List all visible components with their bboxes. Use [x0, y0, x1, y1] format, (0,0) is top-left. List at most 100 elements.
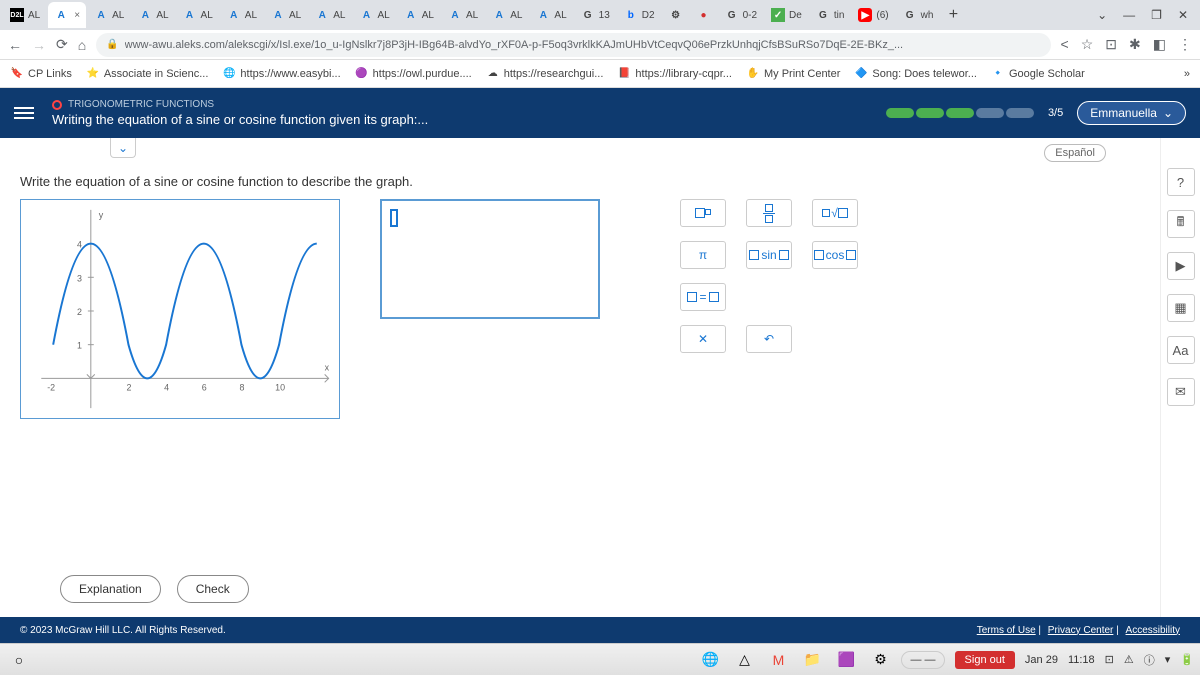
menu-burger-icon[interactable]: [14, 107, 34, 119]
keypad-exponent[interactable]: [680, 199, 726, 227]
keypad-pi[interactable]: π: [680, 241, 726, 269]
bookmark[interactable]: 🔖CP Links: [10, 67, 72, 81]
bookmark[interactable]: ⭐Associate in Scienc...: [86, 67, 209, 81]
keypad-fraction[interactable]: [746, 199, 792, 227]
home-icon[interactable]: ⌂: [78, 37, 86, 53]
tab[interactable]: G0-2: [719, 2, 763, 28]
bookmark[interactable]: 🔷Song: Does telewor...: [854, 67, 977, 81]
battery-tray-icon[interactable]: 🔋: [1180, 653, 1194, 666]
tab[interactable]: G13: [575, 2, 616, 28]
info-tray-icon[interactable]: ⓘ: [1144, 652, 1155, 668]
tab[interactable]: AAL: [442, 2, 484, 28]
calculator-icon[interactable]: 🖩: [1167, 210, 1195, 238]
message-icon[interactable]: ✉: [1167, 378, 1195, 406]
tab-favicon: G: [903, 8, 917, 22]
tab[interactable]: bD2: [618, 2, 661, 28]
svg-text:4: 4: [164, 382, 169, 392]
terms-link[interactable]: Terms of Use: [977, 625, 1036, 636]
star-icon[interactable]: ☆: [1081, 36, 1094, 53]
keypad-sin[interactable]: sin: [746, 241, 792, 269]
settings-icon[interactable]: ⚙: [867, 647, 893, 673]
taskbar-search-icon[interactable]: ○: [6, 647, 32, 673]
bookmark[interactable]: 🌐https://www.easybi...: [222, 67, 340, 81]
explanation-button[interactable]: Explanation: [60, 575, 161, 603]
check-button[interactable]: Check: [177, 575, 249, 603]
bookmark-icon: 🔷: [854, 67, 868, 81]
chrome-icon[interactable]: 🌐: [697, 647, 723, 673]
tab[interactable]: ▶(6): [852, 2, 894, 28]
lock-icon: 🔒: [106, 39, 118, 50]
tab-favicon: ⚙: [669, 8, 683, 22]
keypad-sqrt[interactable]: √: [812, 199, 858, 227]
tab[interactable]: AAL: [486, 2, 528, 28]
bookmark[interactable]: 🔹Google Scholar: [991, 67, 1085, 81]
help-icon[interactable]: ?: [1167, 168, 1195, 196]
tab-active[interactable]: A×: [48, 2, 86, 28]
account-icon[interactable]: ◧: [1153, 36, 1166, 53]
tab[interactable]: AAL: [177, 2, 219, 28]
tab[interactable]: AAL: [221, 2, 263, 28]
example-icon[interactable]: ▦: [1167, 294, 1195, 322]
bookmark[interactable]: ☁https://researchgui...: [486, 67, 604, 81]
privacy-link[interactable]: Privacy Center: [1048, 625, 1114, 636]
bookmark-icon: ✋: [746, 67, 760, 81]
forward-icon[interactable]: →: [32, 37, 46, 53]
bookmark[interactable]: 🟣https://owl.purdue....: [355, 67, 472, 81]
tab[interactable]: D2LAL: [4, 2, 46, 28]
chevron-down-icon[interactable]: ⌄: [1097, 8, 1107, 22]
tab[interactable]: AAL: [88, 2, 130, 28]
taskbar-pill[interactable]: — —: [901, 651, 944, 669]
restore-icon[interactable]: ❐: [1151, 8, 1162, 22]
tab[interactable]: AAL: [398, 2, 440, 28]
warning-tray-icon[interactable]: ⚠: [1124, 653, 1134, 666]
tab[interactable]: AAL: [530, 2, 572, 28]
user-menu[interactable]: Emmanuella⌄: [1077, 101, 1186, 125]
menu-icon[interactable]: ⋮: [1178, 36, 1192, 53]
new-tab-button[interactable]: +: [941, 6, 965, 24]
app-icon[interactable]: 🟪: [833, 647, 859, 673]
reload-icon[interactable]: ⟳: [56, 36, 68, 53]
drive-icon[interactable]: △: [731, 647, 757, 673]
bookmarks-overflow-icon[interactable]: »: [1184, 68, 1190, 80]
tab-favicon: G: [725, 8, 739, 22]
tab-favicon: A: [183, 8, 197, 22]
share-icon[interactable]: <: [1061, 36, 1069, 53]
url-input[interactable]: 🔒 www-awu.aleks.com/alekscgi/x/Isl.exe/1…: [96, 33, 1050, 57]
answer-input[interactable]: [380, 199, 600, 319]
language-toggle[interactable]: Español: [1044, 144, 1106, 162]
wifi-tray-icon[interactable]: ▾: [1165, 653, 1171, 666]
keypad-cos[interactable]: cos: [812, 241, 858, 269]
cast-icon[interactable]: ⊡: [1105, 36, 1117, 53]
bookmark[interactable]: 📕https://library-cqpr...: [617, 67, 732, 81]
signout-button[interactable]: Sign out: [955, 651, 1015, 669]
tab-favicon: A: [536, 8, 550, 22]
tab[interactable]: Gwh: [897, 2, 940, 28]
tab[interactable]: ⚙: [663, 2, 689, 28]
keypad-clear[interactable]: ✕: [680, 325, 726, 353]
back-icon[interactable]: ←: [8, 37, 22, 53]
tab[interactable]: AAL: [353, 2, 395, 28]
files-icon[interactable]: 📁: [799, 647, 825, 673]
tab[interactable]: AAL: [309, 2, 351, 28]
gmail-icon[interactable]: M: [765, 647, 791, 673]
taskbar-date: Jan 29: [1025, 654, 1058, 666]
math-keypad: √ π sin cos = ✕ ↶: [680, 199, 858, 367]
collapse-button[interactable]: ⌄: [110, 138, 136, 158]
close-icon[interactable]: ×: [74, 10, 80, 21]
minimize-icon[interactable]: —: [1123, 8, 1135, 22]
keypad-equals[interactable]: =: [680, 283, 726, 311]
glossary-icon[interactable]: Aa: [1167, 336, 1195, 364]
progress-count: 3/5: [1048, 107, 1063, 119]
tab[interactable]: AAL: [265, 2, 307, 28]
tab[interactable]: AAL: [132, 2, 174, 28]
tab[interactable]: Gtin: [810, 2, 851, 28]
extension-icon[interactable]: ✱: [1129, 36, 1141, 53]
close-window-icon[interactable]: ✕: [1178, 8, 1188, 22]
bookmark[interactable]: ✋My Print Center: [746, 67, 840, 81]
tab[interactable]: ●: [691, 2, 717, 28]
keypad-undo[interactable]: ↶: [746, 325, 792, 353]
cast-tray-icon[interactable]: ⊡: [1105, 653, 1114, 666]
accessibility-link[interactable]: Accessibility: [1126, 625, 1180, 636]
video-icon[interactable]: ▶: [1167, 252, 1195, 280]
tab[interactable]: ✓De: [765, 2, 808, 28]
